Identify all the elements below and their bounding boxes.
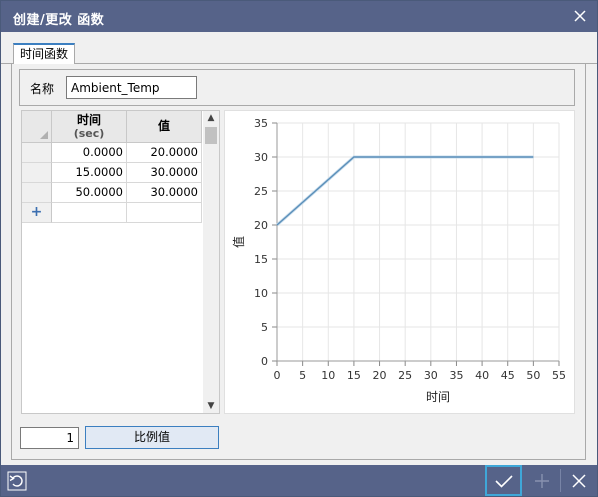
cancel-button[interactable] — [561, 465, 597, 496]
name-label: 名称 — [30, 82, 55, 96]
scale-factor-input[interactable] — [20, 427, 79, 449]
title-bar: 创建/更改 函数 — [1, 1, 597, 32]
y-tick-label: 25 — [254, 185, 268, 198]
scale-values-button[interactable]: 比例值 — [85, 426, 219, 449]
time-cell[interactable]: 15.0000 — [52, 163, 127, 183]
ok-button[interactable] — [485, 465, 522, 496]
y-tick-label: 35 — [254, 117, 268, 130]
new-value-cell[interactable] — [127, 203, 202, 223]
x-tick-label: 35 — [449, 369, 463, 382]
x-tick-label: 25 — [398, 369, 412, 382]
y-axis-label: 值 — [231, 236, 246, 248]
row-header[interactable] — [22, 143, 52, 163]
table-scrollbar[interactable]: ▲ ▼ — [203, 111, 219, 413]
y-tick-label: 30 — [254, 151, 268, 164]
select-all-corner[interactable] — [22, 111, 52, 143]
scroll-up-icon[interactable]: ▲ — [203, 111, 219, 125]
x-tick-label: 15 — [347, 369, 361, 382]
tab-strip: 时间函数 — [1, 32, 597, 64]
x-tick-label: 5 — [299, 369, 306, 382]
y-tick-label: 15 — [254, 253, 268, 266]
y-tick-label: 5 — [261, 321, 268, 334]
y-tick-label: 10 — [254, 287, 268, 300]
x-tick-label: 10 — [321, 369, 335, 382]
row-header[interactable] — [22, 183, 52, 203]
close-icon — [572, 473, 586, 488]
x-tick-label: 20 — [373, 369, 387, 382]
table-row: 50.0000 30.0000 — [22, 183, 203, 203]
plus-icon — [534, 473, 549, 488]
column-header-time-unit: (sec) — [73, 127, 105, 140]
tab-time-function[interactable]: 时间函数 — [13, 43, 76, 64]
value-cell[interactable]: 20.0000 — [127, 143, 202, 163]
scroll-down-icon[interactable]: ▼ — [203, 399, 219, 413]
reset-icon — [7, 471, 27, 490]
table-row: 15.0000 30.0000 — [22, 163, 203, 183]
new-time-cell[interactable] — [52, 203, 127, 223]
column-header-time-label: 时间 — [76, 113, 101, 127]
column-header-value[interactable]: 值 — [127, 111, 202, 143]
function-chart: 0 5 10 15 20 25 30 35 40 45 50 55 0 5 10 15 20 25 30 35 时间 值 — [224, 110, 575, 414]
y-tick-label: 0 — [261, 355, 268, 368]
time-cell[interactable]: 50.0000 — [52, 183, 127, 203]
column-header-time[interactable]: 时间 (sec) — [52, 111, 127, 143]
x-tick-label: 30 — [424, 369, 438, 382]
scroll-thumb[interactable] — [205, 127, 217, 144]
x-axis-label: 时间 — [426, 390, 450, 404]
chart-svg: 0 5 10 15 20 25 30 35 40 45 50 55 0 5 10 15 20 25 30 35 时间 值 — [231, 117, 566, 404]
x-tick-label: 40 — [475, 369, 489, 382]
window-title: 创建/更改 函数 — [13, 13, 105, 28]
x-tick-label: 50 — [526, 369, 540, 382]
function-table: 时间 (sec) 值 0.0000 20.0000 15.0000 30.000… — [21, 110, 220, 414]
bottom-toolbar — [1, 465, 597, 496]
new-row: + — [22, 203, 203, 223]
name-row: 名称 — [19, 69, 575, 106]
tab-panel: 名称 时间 (sec) 值 0.0000 20.0000 — [11, 64, 586, 460]
column-header-value-label: 值 — [157, 119, 170, 133]
name-input[interactable] — [66, 76, 197, 99]
check-icon — [494, 474, 513, 488]
table-row: 0.0000 20.0000 — [22, 143, 203, 163]
table-header: 时间 (sec) 值 — [22, 111, 203, 143]
dialog-window: 创建/更改 函数 时间函数 名称 时间 (sec) 值 — [0, 0, 598, 497]
reset-button[interactable] — [3, 465, 31, 496]
corner-triangle-icon — [40, 131, 48, 139]
x-tick-label: 45 — [501, 369, 515, 382]
add-button[interactable] — [523, 465, 560, 496]
value-cell[interactable]: 30.0000 — [127, 163, 202, 183]
add-row-icon[interactable]: + — [22, 203, 52, 223]
x-tick-label: 0 — [274, 369, 281, 382]
y-tick-label: 20 — [254, 219, 268, 232]
row-header[interactable] — [22, 163, 52, 183]
x-tick-label: 55 — [552, 369, 566, 382]
value-cell[interactable]: 30.0000 — [127, 183, 202, 203]
close-button[interactable] — [569, 5, 591, 27]
time-cell[interactable]: 0.0000 — [52, 143, 127, 163]
close-icon — [574, 10, 586, 22]
